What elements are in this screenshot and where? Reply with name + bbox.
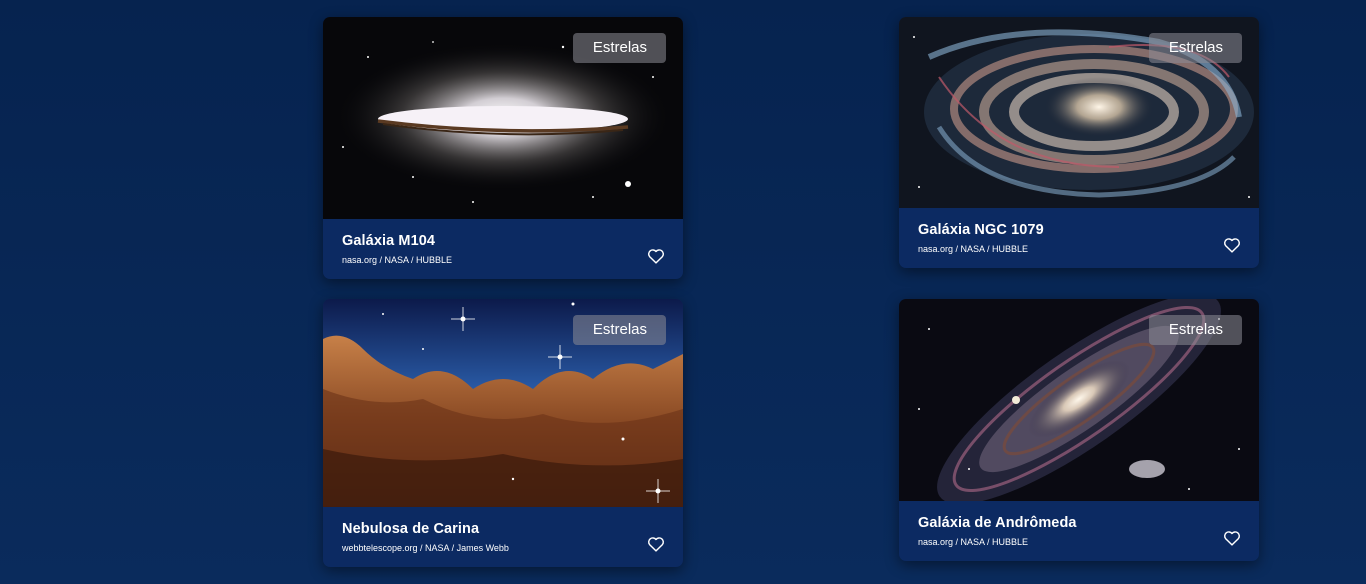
card-title: Galáxia M104 [342,233,436,249]
heart-icon[interactable] [647,248,665,264]
card-title: Galáxia NGC 1079 [918,222,1044,238]
category-tag: Estrelas [1148,315,1242,345]
card-info: Galáxia NGC 1079 nasa.org / NASA / HUBBL… [899,208,1259,268]
heart-icon[interactable] [1223,530,1241,546]
category-tag: Estrelas [572,33,666,63]
gallery-card[interactable]: Estrelas Nebulosa de Carina webbtelescop… [323,299,683,567]
category-tag: Estrelas [572,315,666,345]
card-source: nasa.org / NASA / HUBBLE [918,244,1029,254]
card-info: Galáxia M104 nasa.org / NASA / HUBBLE [323,219,683,279]
andromeda-galaxy-image[interactable]: Estrelas [899,299,1259,501]
gallery-card[interactable]: Estrelas Galáxia de Andrômeda nasa.org /… [899,299,1259,561]
card-source: nasa.org / NASA / HUBBLE [342,255,453,265]
heart-icon[interactable] [1223,237,1241,253]
card-info: Galáxia de Andrômeda nasa.org / NASA / H… [899,501,1259,561]
card-title: Nebulosa de Carina [342,521,480,537]
card-source: nasa.org / NASA / HUBBLE [918,537,1029,547]
heart-icon[interactable] [647,536,665,552]
gallery-card[interactable]: Estrelas Galáxia M104 nasa.org / NASA / … [323,17,683,279]
sombrero-galaxy-image[interactable]: Estrelas [323,17,683,219]
gallery-card[interactable]: Estrelas Galáxia NGC 1079 nasa.org / NAS… [899,17,1259,268]
card-source: webbtelescope.org / NASA / James Webb [342,543,509,553]
card-title: Galáxia de Andrômeda [918,515,1077,531]
spiral-galaxy-image[interactable]: Estrelas [899,17,1259,208]
carina-nebula-image[interactable]: Estrelas [323,299,683,507]
card-info: Nebulosa de Carina webbtelescope.org / N… [323,507,683,567]
category-tag: Estrelas [1148,33,1242,63]
